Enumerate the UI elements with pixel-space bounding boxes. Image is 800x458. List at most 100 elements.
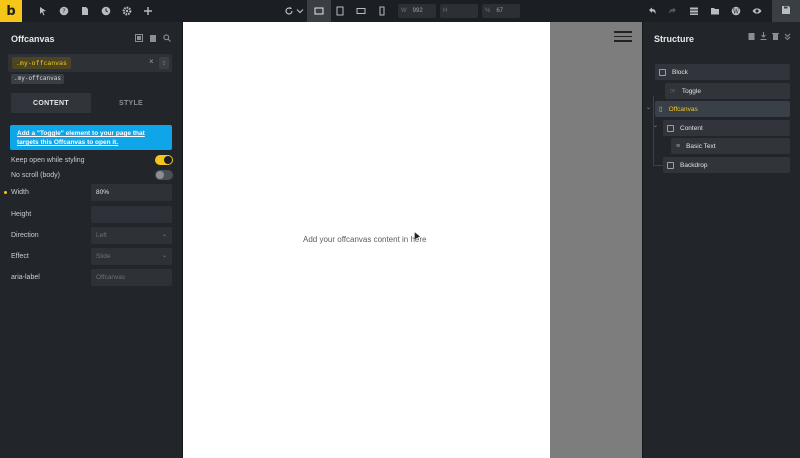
structure-panel: Structure Block ☞ Toggle ⌄ ▯ Offcanvas ⌄…: [642, 22, 800, 458]
tablet-portrait-icon[interactable]: [355, 5, 367, 17]
structure-actions: [748, 32, 791, 42]
collapse-icon[interactable]: [784, 32, 791, 42]
undo-icon[interactable]: [646, 5, 658, 17]
direction-value: Left: [96, 232, 107, 239]
help-icon[interactable]: ?: [58, 5, 70, 17]
add-element-icon[interactable]: [142, 5, 154, 17]
no-scroll-label: No scroll (body): [11, 171, 61, 179]
node-label: Block: [672, 68, 688, 76]
paste-styles-icon[interactable]: [149, 34, 157, 44]
zoom-label: %: [485, 8, 491, 14]
direction-select[interactable]: Left ⌄: [91, 227, 172, 244]
width-value: 992: [412, 8, 423, 14]
modified-indicator: [4, 191, 7, 194]
panel-title: Offcanvas: [11, 34, 55, 44]
cursor-icon[interactable]: [37, 5, 49, 17]
svg-text:?: ?: [62, 8, 65, 15]
structure-node-content[interactable]: Content: [663, 120, 790, 136]
height-prop-input[interactable]: [91, 206, 172, 223]
copy-styles-icon[interactable]: [135, 34, 143, 44]
height-control: Height: [11, 206, 173, 223]
structure-node-basic-text[interactable]: ≡ Basic Text: [671, 138, 790, 154]
container-icon: [667, 124, 674, 132]
folder-icon[interactable]: [709, 5, 721, 17]
effect-select[interactable]: Slide ⌄: [91, 248, 172, 265]
trash-icon[interactable]: [772, 32, 779, 42]
structure-node-offcanvas[interactable]: ▯ Offcanvas: [655, 101, 790, 117]
search-icon[interactable]: [163, 34, 171, 44]
width-input[interactable]: W 992: [398, 4, 436, 18]
structure-node-toggle[interactable]: ☞ Toggle: [665, 83, 790, 99]
height-input[interactable]: H: [440, 4, 478, 18]
preview-eye-icon[interactable]: [751, 5, 763, 17]
desktop-icon[interactable]: [313, 5, 325, 17]
lock-icon[interactable]: ⁝: [159, 57, 169, 69]
offcanvas-placeholder-text: Add your offcanvas content in here: [303, 235, 427, 244]
save-button[interactable]: [772, 0, 800, 22]
hamburger-menu-icon[interactable]: [614, 31, 632, 42]
height-label: H: [443, 8, 448, 14]
pages-icon[interactable]: [79, 5, 91, 17]
width-control: Width 80%: [4, 184, 173, 201]
structure-node-backdrop[interactable]: Backdrop: [663, 157, 790, 173]
node-label: Content: [680, 124, 703, 132]
chevron-down-icon[interactable]: ⌄: [653, 122, 658, 129]
toggle-notice-link[interactable]: Add a "Toggle" element to your page that…: [10, 125, 172, 150]
no-scroll-row: No scroll (body): [11, 167, 173, 183]
templates-icon[interactable]: [688, 5, 700, 17]
node-label: Backdrop: [680, 161, 708, 169]
panel-actions: [135, 34, 171, 44]
keep-open-toggle[interactable]: [155, 155, 173, 165]
chevron-down-icon[interactable]: ⌄: [646, 104, 651, 111]
width-prop-input[interactable]: 80%: [91, 184, 172, 201]
effect-value: Slide: [96, 253, 111, 260]
toggle-hand-icon: ☞: [670, 88, 676, 95]
block-icon: [659, 68, 666, 76]
wordpress-icon[interactable]: W: [730, 5, 742, 17]
class-chip[interactable]: .my-offcanvas: [11, 74, 64, 84]
node-label: Basic Text: [686, 142, 716, 150]
width-label: W: [401, 8, 407, 14]
settings-gear-icon[interactable]: [121, 5, 133, 17]
chevron-down-icon: ⌄: [161, 232, 167, 238]
aria-label-control: aria-label Offcanvas: [11, 269, 173, 286]
tab-style[interactable]: STYLE: [91, 93, 171, 113]
aria-label-prop-label: aria-label: [11, 274, 40, 281]
effect-prop-label: Effect: [11, 253, 29, 260]
aria-label-input[interactable]: Offcanvas: [91, 269, 172, 286]
effect-control: Effect Slide ⌄: [11, 248, 173, 265]
top-toolbar: b ? W 992 H % 67 W: [0, 0, 800, 23]
app-logo[interactable]: b: [0, 0, 22, 22]
css-selector-field[interactable]: .my-offcanvas × ⁝: [8, 54, 172, 72]
chevron-down-icon: ⌄: [161, 253, 167, 259]
redo-icon[interactable]: [667, 5, 679, 17]
tree-line: [653, 96, 654, 166]
keep-open-row: Keep open while styling: [11, 152, 173, 168]
close-icon[interactable]: ×: [149, 57, 154, 66]
tablet-landscape-icon[interactable]: [334, 5, 346, 17]
direction-control: Direction Left ⌄: [11, 227, 173, 244]
zoom-input[interactable]: % 67: [482, 4, 520, 18]
height-prop-label: Height: [11, 211, 32, 218]
offcanvas-preview[interactable]: Add your offcanvas content in here: [183, 22, 550, 458]
offcanvas-icon: ▯: [659, 106, 663, 113]
panel-tabs: CONTENT STYLE: [11, 93, 171, 113]
structure-node-block[interactable]: Block: [655, 64, 790, 80]
node-label: Toggle: [681, 87, 701, 95]
tab-content[interactable]: CONTENT: [11, 93, 91, 113]
svg-text:W: W: [733, 8, 740, 15]
clipboard-icon[interactable]: [748, 32, 755, 42]
download-icon[interactable]: [760, 32, 767, 42]
no-scroll-toggle[interactable]: [155, 170, 173, 180]
selector-chip[interactable]: .my-offcanvas: [12, 57, 71, 69]
node-label: Offcanvas: [668, 105, 698, 113]
mobile-icon[interactable]: [376, 5, 388, 17]
zoom-value: 67: [496, 8, 504, 14]
direction-prop-label: Direction: [11, 232, 39, 239]
history-icon[interactable]: [100, 5, 112, 17]
structure-title: Structure: [654, 34, 695, 44]
keep-open-label: Keep open while styling: [11, 156, 85, 164]
container-icon: [667, 161, 674, 169]
element-settings-panel: Offcanvas .my-offcanvas × ⁝ .my-offcanva…: [0, 22, 183, 458]
chevron-down-icon[interactable]: [294, 5, 306, 17]
